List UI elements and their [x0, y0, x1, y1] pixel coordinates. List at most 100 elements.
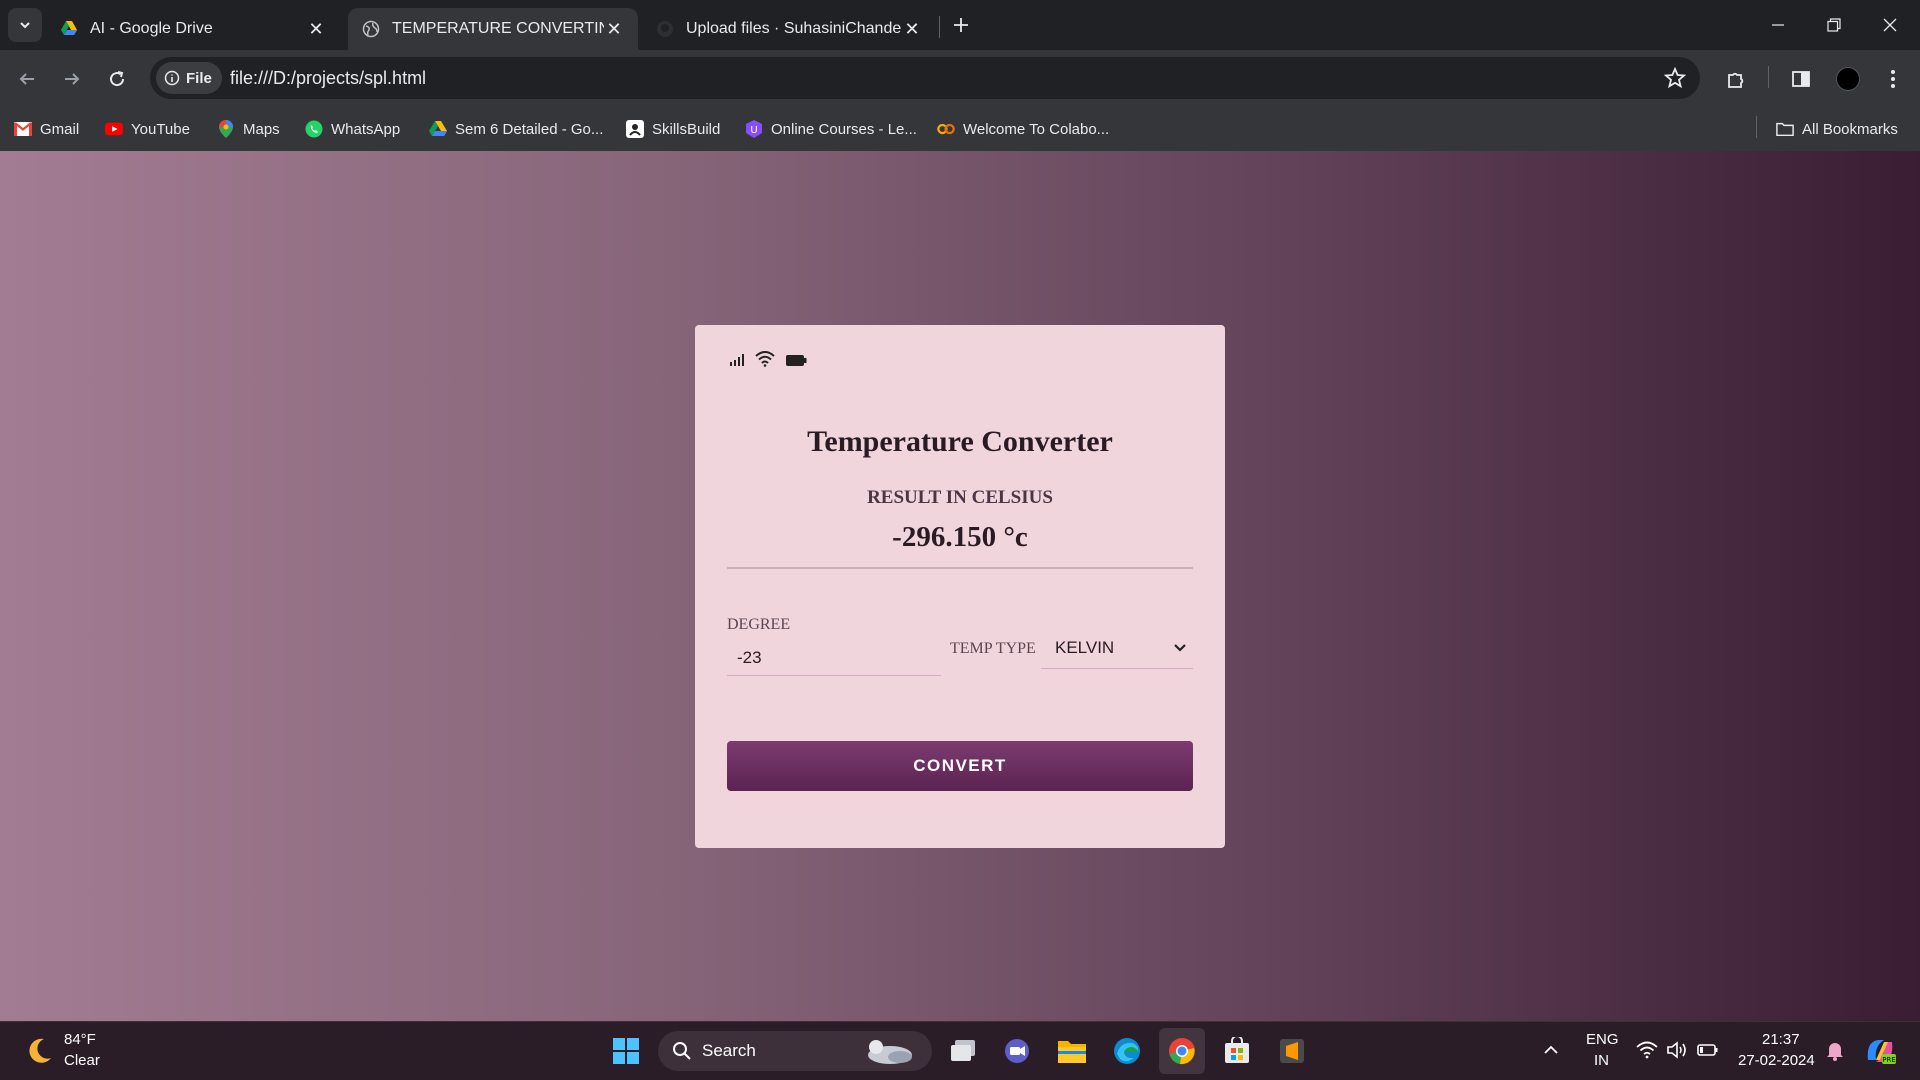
signal-icon	[730, 354, 744, 366]
bookmark-sem6[interactable]: Sem 6 Detailed - Go...	[429, 116, 603, 142]
temp-type-select[interactable]: KELVIN	[1041, 627, 1193, 669]
bookmark-label: SkillsBuild	[652, 120, 721, 138]
taskbar-file-explorer[interactable]	[1049, 1028, 1095, 1074]
skillsbuild-icon	[626, 120, 644, 138]
close-icon[interactable]: ✕	[306, 19, 326, 40]
video-chat-icon	[1005, 1039, 1029, 1063]
sublime-icon	[1280, 1039, 1304, 1063]
taskbar-edge[interactable]	[1104, 1028, 1150, 1074]
page-background: Temperature Converter RESULT IN CELSIUS …	[0, 151, 1920, 1021]
drive-icon	[429, 120, 447, 138]
volume-icon[interactable]	[1666, 1041, 1688, 1059]
site-info-chip[interactable]: File	[156, 62, 222, 94]
taskbar-store[interactable]	[1214, 1028, 1260, 1074]
back-button[interactable]	[10, 62, 44, 96]
clock-date[interactable]: 27-02-2024	[1738, 1052, 1815, 1069]
menu-button[interactable]	[1876, 62, 1910, 96]
toolbar-separator	[1768, 66, 1769, 88]
close-icon[interactable]: ✕	[604, 19, 624, 40]
bookmark-online-courses[interactable]: U Online Courses - Le...	[745, 116, 917, 142]
search-icon	[673, 1042, 691, 1060]
reload-button[interactable]	[100, 62, 134, 96]
convert-button[interactable]: CONVERT	[727, 741, 1193, 791]
bookmark-colab[interactable]: Welcome To Colabo...	[937, 116, 1109, 142]
bookmarks-separator	[1756, 116, 1757, 138]
tab-upload-files[interactable]: Upload files · SuhasiniChandeka ✕	[642, 8, 936, 50]
close-icon[interactable]: ✕	[902, 19, 922, 40]
taskbar: 84°F Clear Search ENG IN 21:37 27-02-202…	[0, 1021, 1920, 1080]
bookmark-gmail[interactable]: Gmail	[14, 116, 79, 142]
svg-text:PRE: PRE	[1882, 1056, 1896, 1064]
browser-toolbar: File file:///D:/projects/spl.html	[0, 50, 1920, 108]
weather-condition[interactable]: Clear	[64, 1052, 100, 1069]
all-bookmarks[interactable]: All Bookmarks	[1776, 116, 1898, 142]
wifi-icon	[755, 351, 775, 367]
degree-input[interactable]	[727, 641, 941, 676]
bookmark-skillsbuild[interactable]: SkillsBuild	[626, 116, 720, 142]
bookmark-maps[interactable]: Maps	[217, 116, 280, 142]
tab-title: Upload files · SuhasiniChandeka	[686, 20, 902, 37]
google-drive-icon	[61, 21, 77, 35]
youtube-icon	[105, 120, 123, 138]
tab-title: TEMPERATURE CONVERTING W	[392, 20, 604, 37]
chrome-icon	[1169, 1038, 1195, 1065]
taskbar-sublime[interactable]	[1269, 1028, 1315, 1074]
tab-temperature-converter[interactable]: TEMPERATURE CONVERTING W ✕	[348, 8, 638, 50]
bookmark-label: Sem 6 Detailed - Go...	[455, 120, 604, 138]
moon-icon[interactable]	[24, 1036, 54, 1066]
reload-icon	[110, 71, 125, 87]
star-icon[interactable]	[1664, 67, 1686, 89]
search-placeholder: Search	[702, 1041, 756, 1060]
svg-text:U: U	[750, 125, 757, 136]
temp-type-selected: KELVIN	[1055, 637, 1115, 657]
tab-search-button[interactable]	[8, 8, 42, 42]
taskbar-chrome[interactable]	[1159, 1028, 1205, 1074]
bookmark-label: Online Courses - Le...	[771, 120, 917, 138]
windows-icon	[613, 1038, 639, 1064]
language-indicator[interactable]: ENG	[1586, 1031, 1619, 1048]
minimize-button[interactable]	[1750, 0, 1806, 50]
battery-icon[interactable]	[1697, 1042, 1719, 1058]
chevron-up-icon[interactable]	[1543, 1044, 1559, 1056]
wifi-icon[interactable]	[1636, 1041, 1658, 1059]
forward-button[interactable]	[55, 62, 89, 96]
restore-button[interactable]	[1806, 0, 1862, 50]
extensions-button[interactable]	[1719, 62, 1753, 96]
battery-icon	[786, 355, 807, 366]
temp-type-label: TEMP TYPE	[950, 640, 1036, 657]
bell-icon[interactable]	[1826, 1041, 1844, 1061]
plus-icon	[954, 18, 968, 32]
degree-label: DEGREE	[727, 616, 791, 633]
store-icon	[1225, 1037, 1249, 1063]
address-bar[interactable]: File file:///D:/projects/spl.html	[150, 57, 1700, 99]
copilot-icon[interactable]: PRE	[1864, 1036, 1896, 1066]
folder-icon	[1058, 1041, 1086, 1063]
taskbar-meet[interactable]	[994, 1028, 1040, 1074]
bookmarks-bar: Gmail YouTube Maps WhatsApp Sem 6 Detail…	[0, 108, 1920, 151]
bookmark-label: All Bookmarks	[1802, 120, 1898, 138]
weather-temperature[interactable]: 84°F	[64, 1031, 96, 1048]
taskbar-task-view[interactable]	[940, 1028, 986, 1074]
side-panel-button[interactable]	[1784, 62, 1818, 96]
tab-separator	[939, 16, 940, 38]
task-view-icon	[951, 1040, 975, 1061]
close-icon	[1883, 18, 1897, 32]
more-vert-icon	[1891, 70, 1895, 88]
bookmark-youtube[interactable]: YouTube	[105, 116, 190, 142]
chevron-down-icon	[20, 22, 30, 29]
profile-avatar[interactable]	[1836, 67, 1860, 91]
taskbar-search[interactable]: Search	[658, 1031, 932, 1071]
status-icons	[729, 351, 807, 367]
tab-google-drive[interactable]: AI - Google Drive ✕	[46, 8, 340, 50]
page-title: Temperature Converter	[807, 425, 1113, 458]
start-button[interactable]	[603, 1028, 649, 1074]
bookmark-label: WhatsApp	[331, 120, 401, 138]
language-region[interactable]: IN	[1594, 1052, 1609, 1069]
close-window-button[interactable]	[1862, 0, 1918, 50]
bookmark-whatsapp[interactable]: WhatsApp	[305, 116, 400, 142]
new-tab-button[interactable]	[946, 10, 976, 40]
result-value: -296.150 °c	[892, 521, 1028, 553]
clock-time[interactable]: 21:37	[1762, 1031, 1800, 1048]
folder-icon	[1776, 120, 1794, 138]
url-text[interactable]: file:///D:/projects/spl.html	[230, 68, 426, 89]
